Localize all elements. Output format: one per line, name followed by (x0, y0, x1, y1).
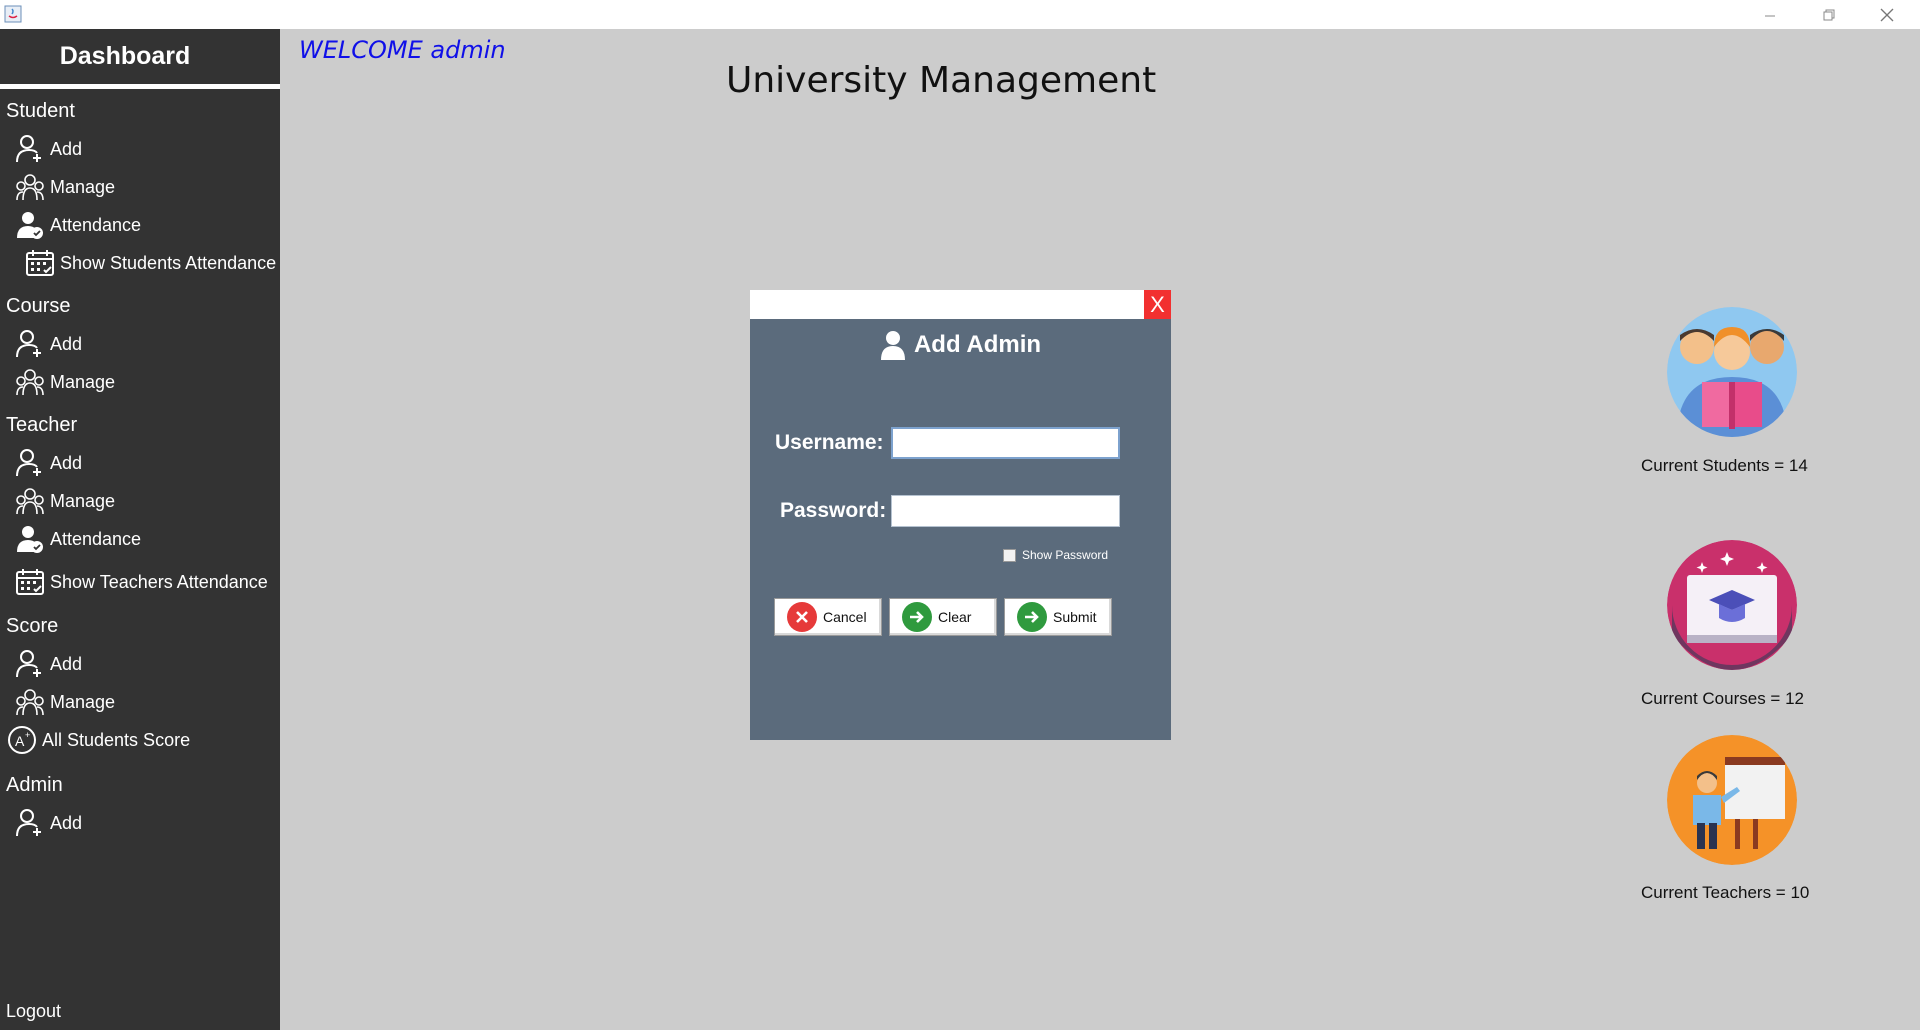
minimize-icon (1765, 15, 1775, 16)
manage-users-icon (14, 366, 46, 398)
sidebar-item-label: Attendance (50, 214, 142, 235)
dialog-close-button[interactable]: X (1144, 290, 1171, 319)
dialog-title-bar (750, 290, 1171, 319)
sidebar-section-teacher: Teacher (6, 414, 78, 436)
sidebar-item-label: Manage (50, 371, 116, 392)
user-add-icon (14, 648, 46, 680)
svg-text:A: A (15, 733, 25, 749)
sidebar-item-label: Add (50, 333, 83, 354)
username-input[interactable] (891, 427, 1120, 459)
checkbox-box[interactable] (1003, 548, 1016, 562)
current-teachers-count: Current Teachers = 10 (1641, 883, 1810, 902)
sidebar-item-score-add[interactable]: Add (14, 646, 82, 682)
current-students-count: Current Students = 14 (1641, 456, 1808, 475)
calendar-check-icon (24, 247, 56, 279)
user-check-icon (14, 209, 46, 241)
grade-a-plus-icon: A + (6, 724, 38, 756)
sidebar-item-label: Manage (50, 176, 116, 197)
window-close-button[interactable] (1862, 2, 1912, 27)
sidebar-item-label: Add (50, 138, 83, 159)
sidebar-item-student-add[interactable]: Add (14, 131, 82, 167)
teachers-illustration (1667, 735, 1797, 865)
sidebar-item-all-students-score[interactable]: A + All Students Score (6, 722, 190, 758)
sidebar-section-admin: Admin (6, 774, 63, 796)
sidebar-item-student-manage[interactable]: Manage (14, 169, 115, 205)
sidebar-item-score-manage[interactable]: Manage (14, 684, 115, 720)
sidebar-item-label: Add (50, 452, 83, 473)
window-title-bar (0, 0, 1920, 29)
manage-users-icon (14, 485, 46, 517)
add-admin-dialog: X Add Admin Username: Password: Show Pas… (750, 290, 1171, 740)
sidebar-item-label: Manage (50, 490, 116, 511)
user-check-icon (14, 523, 46, 555)
calendar-check-icon (14, 566, 46, 598)
sidebar-item-label: All Students Score (42, 729, 191, 750)
password-input[interactable] (891, 495, 1120, 527)
java-app-icon (4, 5, 22, 23)
show-password-label: Show Password (1022, 548, 1109, 562)
sidebar-item-course-manage[interactable]: Manage (14, 364, 115, 400)
sidebar-item-label: Attendance (50, 528, 142, 549)
sidebar-item-student-attendance[interactable]: Attendance (14, 207, 141, 243)
sidebar-item-label: Show Teachers Attendance (50, 571, 268, 592)
clear-button[interactable]: Clear (889, 598, 997, 636)
sidebar-item-teacher-manage[interactable]: Manage (14, 483, 115, 519)
restore-icon (1823, 9, 1835, 20)
courses-illustration (1667, 540, 1797, 670)
arrow-right-icon (902, 602, 932, 632)
sidebar-item-admin-add[interactable]: Add (14, 805, 82, 841)
user-add-icon (14, 133, 46, 165)
user-add-icon (14, 328, 46, 360)
user-add-icon (14, 807, 46, 839)
sidebar-item-label: Show Students Attendance (60, 252, 277, 273)
cancel-button[interactable]: Cancel (774, 598, 882, 636)
logout-link[interactable]: Logout (6, 1001, 61, 1022)
sidebar-section-student: Student (6, 100, 75, 122)
sidebar-item-show-teachers-attendance[interactable]: Show Teachers Attendance (14, 564, 268, 600)
submit-button-label: Submit (1053, 609, 1097, 625)
sidebar-section-course: Course (6, 295, 71, 317)
manage-users-icon (14, 686, 46, 718)
clear-button-label: Clear (938, 609, 972, 625)
user-add-icon (14, 447, 46, 479)
svg-text:+: + (25, 730, 30, 740)
sidebar-header: Dashboard (0, 29, 280, 89)
sidebar-item-teacher-attendance[interactable]: Attendance (14, 521, 141, 557)
sidebar-item-show-students-attendance[interactable]: Show Students Attendance (24, 245, 276, 281)
sidebar-item-teacher-add[interactable]: Add (14, 445, 82, 481)
restore-button[interactable] (1804, 2, 1854, 27)
show-password-checkbox[interactable]: Show Password (1003, 548, 1108, 562)
username-label: Username: (775, 431, 884, 454)
students-illustration (1667, 307, 1797, 437)
close-icon (1880, 8, 1894, 21)
cancel-icon (787, 602, 817, 632)
arrow-right-icon (1017, 602, 1047, 632)
sidebar: Dashboard Student Add Manage Attendance … (0, 29, 280, 1030)
sidebar-item-label: Add (50, 812, 83, 833)
cancel-button-label: Cancel (823, 609, 867, 625)
page-title: University Management (726, 60, 1157, 101)
sidebar-item-label: Add (50, 653, 83, 674)
manage-users-icon (14, 171, 46, 203)
dialog-title: Add Admin (750, 330, 1171, 360)
sidebar-item-course-add[interactable]: Add (14, 326, 82, 362)
submit-button[interactable]: Submit (1004, 598, 1112, 636)
dialog-title-text: Add Admin (913, 331, 1042, 358)
current-courses-count: Current Courses = 12 (1641, 689, 1804, 708)
sidebar-section-score: Score (6, 615, 59, 637)
user-icon (880, 331, 905, 360)
welcome-text: WELCOME admin (299, 36, 506, 64)
password-label: Password: (780, 499, 887, 522)
minimize-button[interactable] (1745, 2, 1795, 27)
sidebar-item-label: Manage (50, 691, 116, 712)
